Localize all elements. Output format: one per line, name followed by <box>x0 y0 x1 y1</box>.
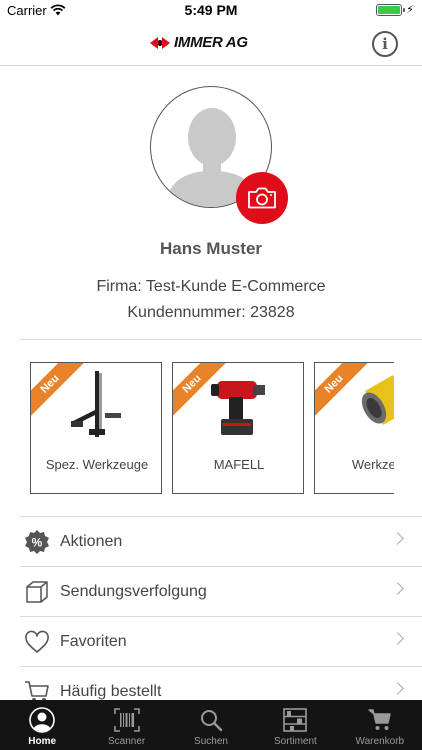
change-photo-button[interactable] <box>236 172 288 224</box>
tab-sortiment[interactable]: Sortiment <box>253 700 337 750</box>
nav-bar: IMMER AG i <box>0 22 422 66</box>
category-carousel[interactable]: Neu Spez. Werkzeuge Neu MAFELL Neu Werkz <box>20 362 394 496</box>
impact-driver-image <box>211 381 265 435</box>
camera-icon <box>248 187 276 209</box>
tab-label: Home <box>28 736 57 747</box>
company-label: Firma: Test-Kunde E-Commerce <box>96 278 326 295</box>
shelves-icon <box>281 706 309 734</box>
person-icon <box>28 706 56 734</box>
category-card-mafell[interactable]: Neu MAFELL <box>172 362 304 494</box>
customer-number-label: Kundennummer: 23828 <box>127 304 295 321</box>
immer-logo: IMMER AG <box>150 34 248 51</box>
category-card-werkzeug[interactable]: Neu Werkzeug <box>314 362 394 494</box>
menu-label: Sendungsverfolgung <box>60 582 207 600</box>
category-label: Spez. Werkzeuge <box>45 457 149 472</box>
search-icon <box>197 706 225 734</box>
svg-text:%: % <box>32 535 43 549</box>
status-bar: Carrier 5:49 PM ⚡ <box>0 0 422 22</box>
heart-icon <box>22 627 52 657</box>
menu-item-sendungsverfolgung[interactable]: Sendungsverfolgung <box>20 566 422 616</box>
menu-list: % Aktionen Sendungsverfolgung Favoriten <box>20 516 422 716</box>
barcode-scanner-icon <box>113 706 141 734</box>
menu-label: Häufig bestellt <box>60 682 162 700</box>
clock: 5:49 PM <box>184 2 238 18</box>
tab-warenkorb[interactable]: Warenkorb <box>338 700 422 750</box>
package-icon <box>22 577 52 607</box>
cart-icon <box>366 706 394 734</box>
tab-label: Sortiment <box>274 736 317 747</box>
tab-suchen[interactable]: Suchen <box>169 700 253 750</box>
battery-level <box>378 6 400 14</box>
chevron-right-icon <box>391 682 404 695</box>
menu-item-aktionen[interactable]: % Aktionen <box>20 516 422 566</box>
clamp-tool-image <box>71 371 121 437</box>
tab-home[interactable]: Home <box>0 700 84 750</box>
tab-label: Warenkorb <box>355 736 405 747</box>
percent-badge-icon: % <box>22 527 52 557</box>
chevron-right-icon <box>391 632 404 645</box>
user-name: Hans Muster <box>159 239 263 258</box>
charging-bolt-icon: ⚡ <box>406 4 414 16</box>
menu-label: Favoriten <box>60 632 127 650</box>
category-card-spez-werkzeuge[interactable]: Neu Spez. Werkzeuge <box>30 362 162 494</box>
tab-label: Suchen <box>194 736 228 747</box>
logo-text: IMMER AG <box>174 34 248 51</box>
category-label: Werkzeug <box>351 457 394 472</box>
battery-icon <box>376 4 405 16</box>
tab-bar: Home Scanner Suchen Sortiment Warenkorb <box>0 700 422 750</box>
core-drill-bit-image <box>361 375 394 425</box>
info-button[interactable]: i <box>372 31 398 57</box>
chevron-right-icon <box>391 582 404 595</box>
info-icon: i <box>382 35 388 53</box>
logo-mark-icon <box>150 36 170 49</box>
menu-label: Aktionen <box>60 532 123 550</box>
menu-item-favoriten[interactable]: Favoriten <box>20 616 422 666</box>
chevron-right-icon <box>391 532 404 545</box>
profile-divider <box>20 339 422 340</box>
tab-scanner[interactable]: Scanner <box>84 700 168 750</box>
category-label: MAFELL <box>213 457 265 472</box>
tab-label: Scanner <box>107 736 146 747</box>
